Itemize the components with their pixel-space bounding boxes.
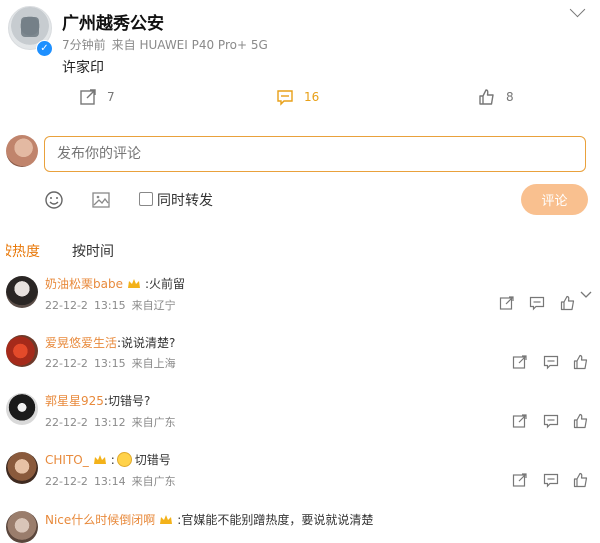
commenter-name[interactable]: 郭星星925 bbox=[45, 392, 104, 409]
chevron-down-icon[interactable] bbox=[580, 290, 592, 300]
comment-location: 来自辽宁 bbox=[131, 299, 176, 312]
comment-time: 13:15 bbox=[93, 299, 126, 312]
commenter-avatar[interactable] bbox=[6, 335, 38, 367]
current-user-avatar bbox=[6, 135, 38, 167]
sort-by-time-tab[interactable]: 按时间 bbox=[72, 241, 114, 261]
comment-meta: 22-12-2 13:15 来自辽宁 bbox=[45, 297, 182, 313]
repost-checkbox-label: 同时转发 bbox=[157, 193, 213, 209]
comment-time: 13:14 bbox=[93, 475, 126, 488]
comment-location: 来自广东 bbox=[131, 475, 176, 488]
like-icon[interactable] bbox=[573, 413, 589, 429]
post-time: 7分钟前 bbox=[62, 38, 106, 52]
comment-text: :火前留 bbox=[144, 277, 186, 291]
comment-text: :官媒能不能别蹭热度，要说就说清楚 bbox=[177, 513, 374, 527]
crown-icon bbox=[160, 515, 173, 524]
emoji-icon bbox=[116, 452, 132, 467]
submit-comment-button[interactable]: 评论 bbox=[521, 184, 588, 215]
commenter-name[interactable]: 奶油松栗babe bbox=[45, 275, 123, 292]
comment-count: 16 bbox=[304, 90, 320, 104]
comment-button[interactable]: 16 bbox=[276, 88, 319, 106]
crown-icon bbox=[93, 455, 106, 464]
comment-icon[interactable] bbox=[543, 413, 559, 429]
comment-location: 来自广东 bbox=[131, 416, 176, 429]
commenter-avatar[interactable] bbox=[6, 393, 38, 425]
comment-colon: : bbox=[110, 452, 115, 467]
emoji-icon bbox=[45, 191, 63, 209]
like-count: 8 bbox=[506, 90, 514, 104]
comment-line: 郭星星925 :切错号? bbox=[45, 392, 150, 409]
repost-count: 7 bbox=[107, 90, 115, 104]
like-icon bbox=[479, 89, 494, 105]
comment-line: Nice什么时候倒闭啊 :官媒能不能别蹭热度，要说就说清楚 bbox=[45, 511, 373, 528]
comment-line: CHITO_ : 切错号 bbox=[45, 451, 171, 468]
repost-checkbox[interactable] bbox=[139, 192, 153, 206]
commenter-name[interactable]: 爱晃悠爱生活 bbox=[45, 334, 117, 351]
repost-icon[interactable] bbox=[512, 354, 528, 370]
post-body: 许家印 bbox=[62, 60, 104, 76]
comment-meta: 22-12-2 13:14 来自广东 bbox=[45, 473, 182, 489]
comment-date: 22-12-2 bbox=[45, 416, 88, 429]
comment-icon[interactable] bbox=[543, 472, 559, 488]
comment-time: 13:15 bbox=[93, 357, 126, 370]
comment-location: 来自上海 bbox=[131, 357, 176, 370]
repost-icon[interactable] bbox=[512, 472, 528, 488]
commenter-avatar[interactable] bbox=[6, 452, 38, 484]
post-meta: 7分钟前 来自 HUAWEI P40 Pro+ 5G bbox=[62, 36, 274, 53]
like-button[interactable]: 8 bbox=[478, 88, 514, 106]
like-icon[interactable] bbox=[573, 472, 589, 488]
emoji-button[interactable] bbox=[44, 190, 64, 214]
post-author-name[interactable]: 广州越秀公安 bbox=[62, 9, 164, 34]
comment-text: :说说清楚? bbox=[117, 336, 176, 350]
repost-icon[interactable] bbox=[499, 295, 515, 311]
comment-line: 爱晃悠爱生活 :说说清楚? bbox=[45, 334, 175, 351]
comment-text: 切错号 bbox=[134, 453, 171, 467]
post-source: 来自 HUAWEI P40 Pro+ 5G bbox=[111, 38, 268, 52]
image-icon bbox=[92, 192, 110, 208]
repost-icon[interactable] bbox=[512, 413, 528, 429]
sort-by-hot-tab[interactable]: 按热度 bbox=[6, 241, 40, 261]
commenter-avatar[interactable] bbox=[6, 511, 38, 543]
comment-meta: 22-12-2 13:12 来自广东 bbox=[45, 414, 182, 430]
commenter-name[interactable]: Nice什么时候倒闭啊 bbox=[45, 511, 155, 528]
repost-icon bbox=[80, 89, 96, 105]
commenter-avatar[interactable] bbox=[6, 276, 38, 308]
like-icon[interactable] bbox=[573, 354, 589, 370]
chevron-down-icon[interactable] bbox=[569, 1, 586, 18]
comment-icon bbox=[277, 90, 293, 106]
comment-input[interactable] bbox=[44, 136, 586, 172]
comment-icon[interactable] bbox=[543, 354, 559, 370]
image-button[interactable] bbox=[91, 190, 111, 214]
commenter-name[interactable]: CHITO_ bbox=[45, 453, 89, 467]
comment-icon[interactable] bbox=[529, 295, 545, 311]
comment-date: 22-12-2 bbox=[45, 475, 88, 488]
comment-text: :切错号? bbox=[103, 394, 151, 408]
crown-icon bbox=[127, 279, 140, 288]
comment-date: 22-12-2 bbox=[45, 357, 88, 370]
comment-line: 奶油松栗babe :火前留 bbox=[45, 275, 185, 292]
verified-badge-icon: ✓ bbox=[36, 40, 53, 57]
repost-button[interactable]: 7 bbox=[79, 88, 115, 106]
like-icon[interactable] bbox=[560, 295, 576, 311]
comment-date: 22-12-2 bbox=[45, 299, 88, 312]
comment-time: 13:12 bbox=[93, 416, 126, 429]
comment-meta: 22-12-2 13:15 来自上海 bbox=[45, 355, 182, 371]
